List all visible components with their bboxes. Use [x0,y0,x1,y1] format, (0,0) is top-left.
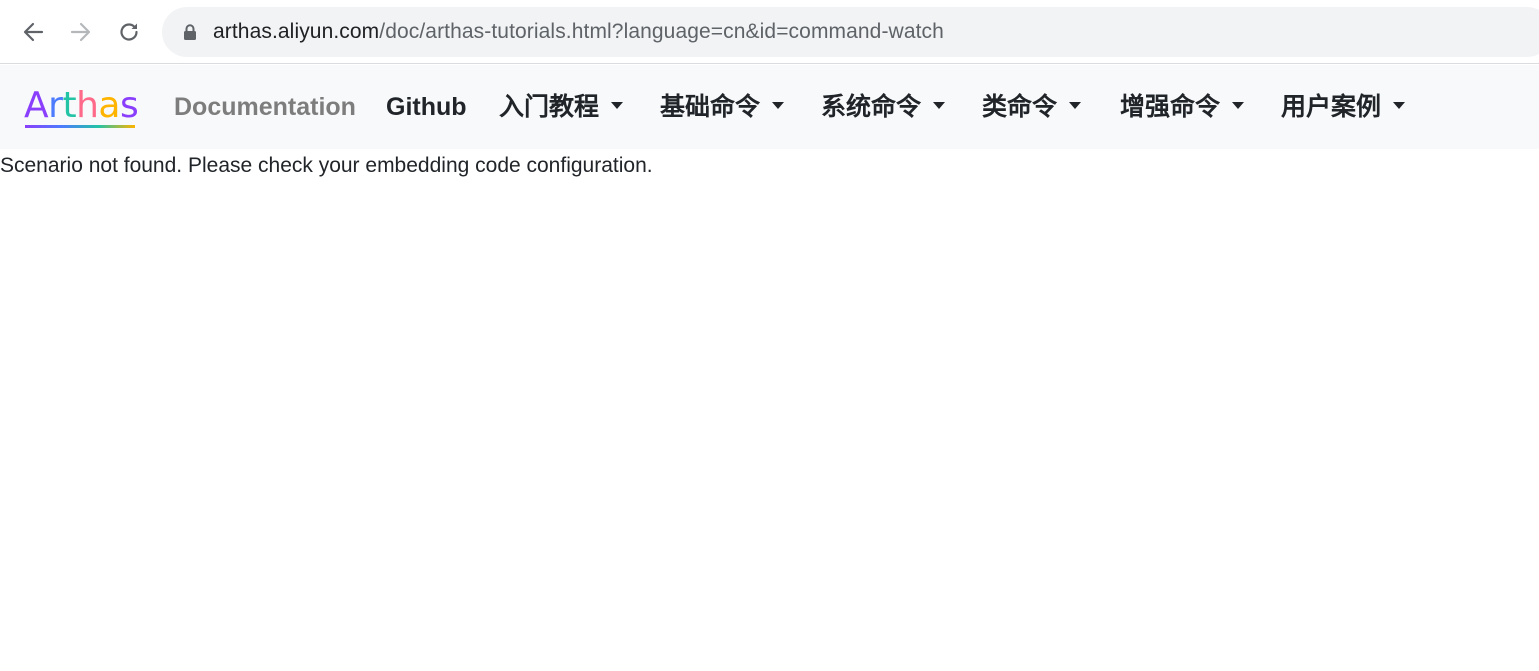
nav-menu-system-commands[interactable]: 系统命令 [821,65,946,149]
url-text[interactable]: arthas.aliyun.com/doc/arthas-tutorials.h… [213,7,944,57]
reload-icon [120,23,138,41]
nav-menu-label: 增强命令 [1120,93,1221,121]
caret-down-icon [772,101,785,109]
error-message: Scenario not found. Please check your em… [0,154,653,177]
browser-toolbar: arthas.aliyun.com/doc/arthas-tutorials.h… [0,0,1539,64]
brand-letter: t [62,85,77,126]
lock-icon [184,24,196,40]
nav-menu-label: 入门教程 [499,93,600,121]
nav-documentation[interactable]: Documentation [174,65,356,149]
caret-down-icon [1232,101,1245,109]
brand-logo-text: Arthas [24,88,139,124]
caret-down-icon [1393,101,1406,109]
brand-underline [25,125,135,128]
nav-github[interactable]: Github [386,65,467,149]
url-host: arthas.aliyun.com [213,20,380,43]
caret-down-icon [1069,101,1082,109]
nav-menu-label: 系统命令 [821,93,922,121]
url-path: /doc/arthas-tutorials.html?language=cn&i… [379,20,944,43]
arthas-logo[interactable]: Arthas [24,88,139,129]
brand-letter: r [48,85,63,126]
reload-button[interactable] [111,14,147,50]
brand-letter: s [119,85,139,126]
nav-menu-basic-commands[interactable]: 基础命令 [660,65,785,149]
brand-letter: a [98,85,120,126]
nav-menu-enhanced-commands[interactable]: 增强命令 [1120,65,1245,149]
site-navbar: Arthas Documentation Github 入门教程 基础命令 系统… [0,65,1539,149]
caret-down-icon [933,101,946,109]
brand-letter: h [76,85,99,126]
arrow-left-icon [23,22,44,42]
nav-menu-tutorials[interactable]: 入门教程 [499,65,624,149]
back-button[interactable] [15,14,51,50]
forward-button[interactable] [63,14,99,50]
nav-menu-label: 类命令 [982,93,1058,121]
nav-menu-label: 基础命令 [660,93,761,121]
nav-menu-class-commands[interactable]: 类命令 [982,65,1082,149]
nav-menu-user-cases[interactable]: 用户案例 [1281,65,1406,149]
nav-menu-label: 用户案例 [1281,93,1382,121]
arrow-right-icon [70,22,91,42]
address-bar[interactable]: arthas.aliyun.com/doc/arthas-tutorials.h… [162,7,1539,57]
caret-down-icon [611,101,624,109]
brand-letter: A [24,85,49,126]
